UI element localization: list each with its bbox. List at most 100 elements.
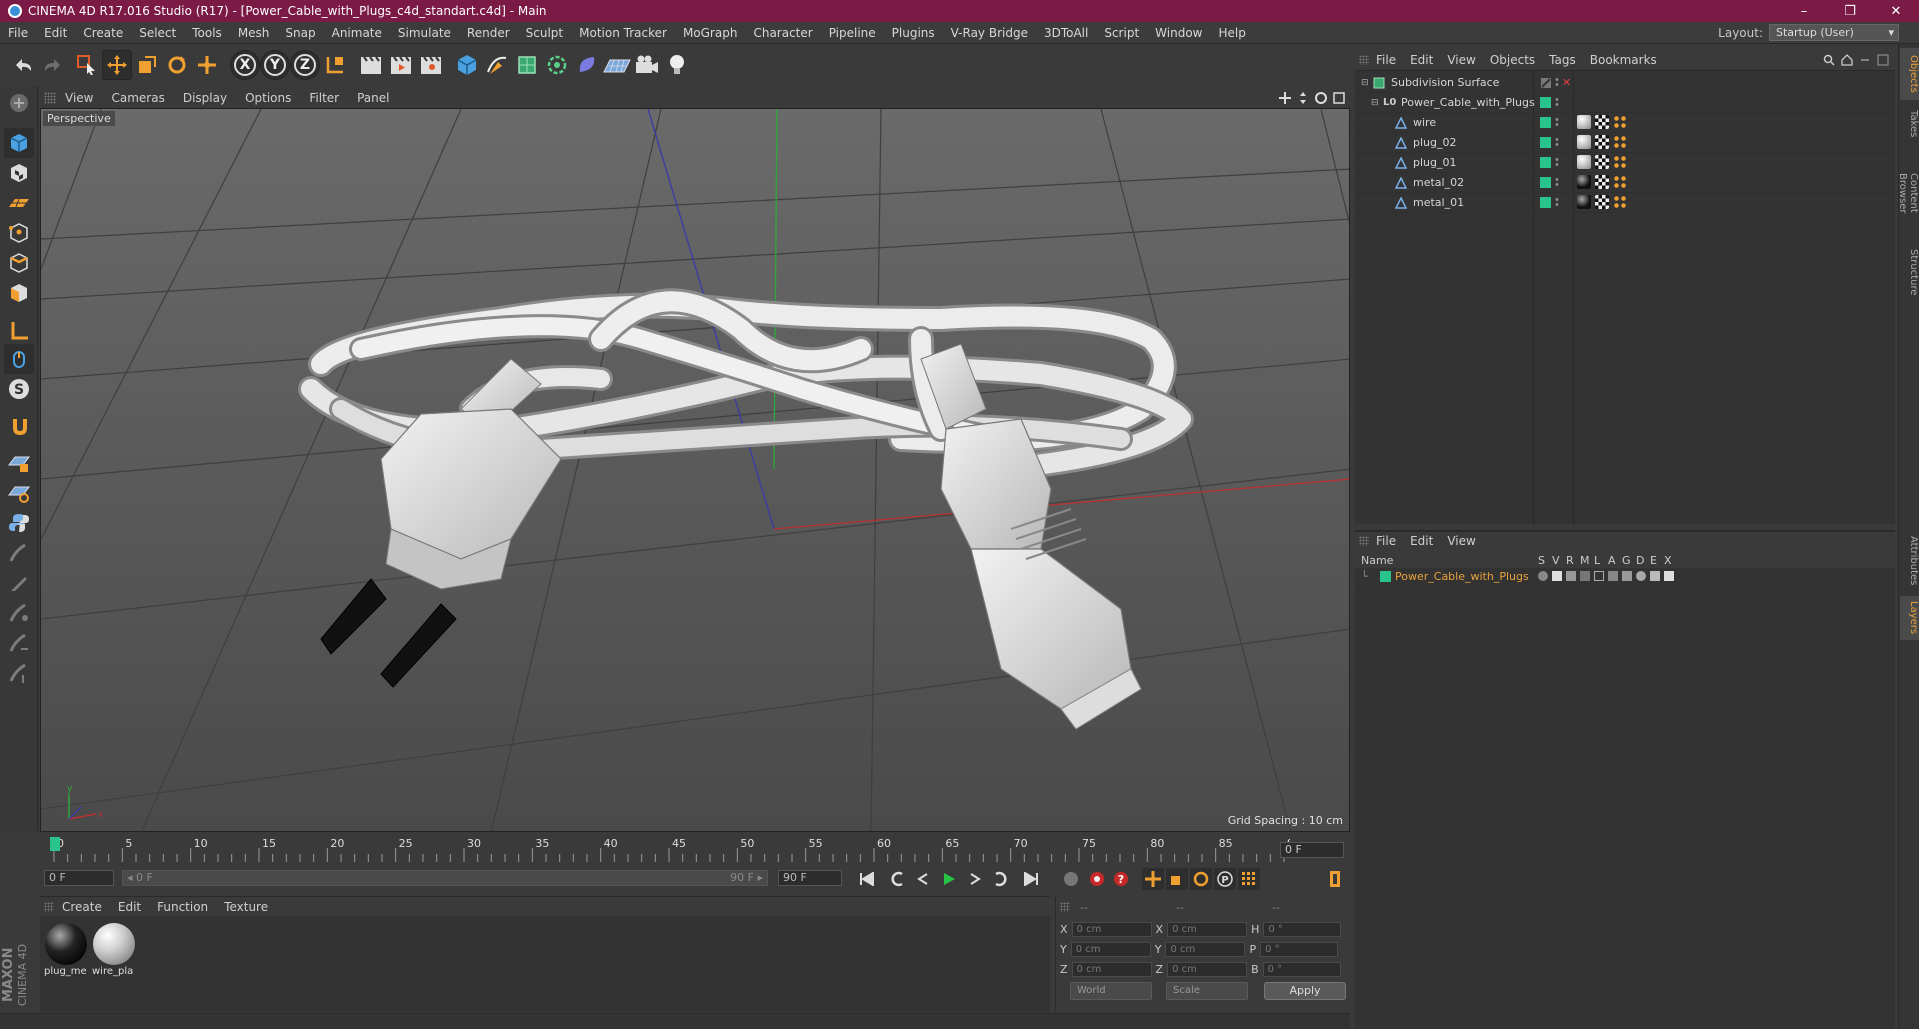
disabled-x-icon[interactable]: ✕ <box>1562 76 1571 89</box>
panel-grip-icon[interactable] <box>1359 536 1369 546</box>
viewport-menu-filter[interactable]: Filter <box>300 91 348 105</box>
material-swatch[interactable]: plug_me <box>44 922 88 980</box>
rotation-p-field[interactable]: 0 ° <box>1260 941 1339 957</box>
object-row-metal-02[interactable]: metal_02 <box>1355 173 1895 193</box>
menu-script[interactable]: Script <box>1096 26 1147 40</box>
home-icon[interactable] <box>1841 54 1853 66</box>
go-to-end-button[interactable] <box>1020 868 1042 890</box>
visibility-dots-icon[interactable] <box>1555 77 1559 88</box>
rotation-b-field[interactable]: 0 ° <box>1262 961 1341 977</box>
uvw-tag-icon[interactable] <box>1595 155 1609 169</box>
minimize-button[interactable]: – <box>1781 0 1827 22</box>
panel-grip-icon[interactable] <box>1060 902 1070 912</box>
material-swatch[interactable]: wire_pla <box>92 922 136 980</box>
pull-tool-button[interactable] <box>4 658 34 688</box>
timeline-ruler[interactable]: 051015202530354045505560657075808590 0 F <box>40 834 1350 864</box>
add-camera-button[interactable] <box>632 50 662 80</box>
make-editable-button[interactable] <box>4 88 34 118</box>
lm-menu-edit[interactable]: Edit <box>1403 534 1440 548</box>
x-axis-lock-button[interactable]: X <box>230 50 260 80</box>
new-view-icon[interactable] <box>1859 54 1871 66</box>
position-x-field[interactable]: 0 cm <box>1071 921 1152 937</box>
panel-grip-icon[interactable] <box>1359 55 1369 65</box>
tweak-mode-button[interactable] <box>4 344 34 374</box>
menu-animate[interactable]: Animate <box>324 26 390 40</box>
menu-plugins[interactable]: Plugins <box>884 26 943 40</box>
size-mode-dropdown[interactable]: Scale <box>1166 982 1248 1000</box>
scale-tool-button[interactable] <box>132 50 162 80</box>
uvw-tag-icon[interactable] <box>1595 135 1609 149</box>
uvw-tag-icon[interactable] <box>1595 195 1609 209</box>
tab-content-browser[interactable]: Content Browser <box>1897 148 1919 238</box>
column-xref[interactable]: X <box>1664 554 1672 567</box>
material-menu-edit[interactable]: Edit <box>110 900 149 914</box>
om-menu-edit[interactable]: Edit <box>1403 53 1440 67</box>
material-menu-texture[interactable]: Texture <box>216 900 276 914</box>
autokey-button[interactable] <box>1086 868 1108 890</box>
y-axis-lock-button[interactable]: Y <box>260 50 290 80</box>
zoom-view-icon[interactable] <box>1296 91 1310 105</box>
object-row-subdivision-surface[interactable]: ⊟ Subdivision Surface ✕ <box>1355 73 1895 93</box>
menu-character[interactable]: Character <box>745 26 820 40</box>
apply-button[interactable]: Apply <box>1264 982 1346 1000</box>
object-row-power-cable[interactable]: ⊟ L0 Power_Cable_with_Plugs <box>1355 93 1895 113</box>
workplane-mode-button[interactable] <box>4 188 34 218</box>
collapse-toggle-icon[interactable]: ⊟ <box>1361 78 1369 88</box>
transform-tool-button[interactable] <box>192 50 222 80</box>
material-tag-icon[interactable] <box>1577 175 1591 189</box>
frame-range-slider[interactable]: ◂ 0 F 90 F ▸ <box>122 870 768 886</box>
visibility-dots-icon[interactable] <box>1555 197 1559 208</box>
close-button[interactable]: ✕ <box>1873 0 1919 22</box>
model-mode-button[interactable] <box>4 128 34 158</box>
undo-button[interactable] <box>8 50 38 80</box>
current-frame-field[interactable]: 0 F <box>1280 842 1344 858</box>
om-menu-view[interactable]: View <box>1440 53 1482 67</box>
key-parameter-button[interactable]: P <box>1214 868 1236 890</box>
add-floor-button[interactable] <box>602 50 632 80</box>
layer-color-swatch[interactable] <box>1540 97 1551 108</box>
object-row-plug-02[interactable]: plug_02 <box>1355 133 1895 153</box>
smooth-tool-button[interactable] <box>4 628 34 658</box>
key-pla-button[interactable] <box>1238 868 1260 890</box>
menu-simulate[interactable]: Simulate <box>390 26 459 40</box>
menu-pipeline[interactable]: Pipeline <box>821 26 884 40</box>
view-eye-icon[interactable] <box>1552 571 1562 581</box>
key-position-button[interactable] <box>1142 868 1164 890</box>
maximize-button[interactable]: ❐ <box>1827 0 1873 22</box>
add-cube-button[interactable] <box>452 50 482 80</box>
viewport-menu-panel[interactable]: Panel <box>348 91 398 105</box>
collapse-toggle-icon[interactable]: ⊟ <box>1371 98 1379 108</box>
brush-tool-button[interactable] <box>4 538 34 568</box>
live-selection-button[interactable] <box>72 50 102 80</box>
menu-help[interactable]: Help <box>1210 26 1253 40</box>
menu-select[interactable]: Select <box>131 26 184 40</box>
points-mode-button[interactable] <box>4 218 34 248</box>
selection-tag-icon[interactable] <box>1613 175 1627 189</box>
material-menu-function[interactable]: Function <box>149 900 216 914</box>
solo-toggle-icon[interactable] <box>1538 571 1548 581</box>
xref-toggle-icon[interactable] <box>1664 571 1674 581</box>
menu-mesh[interactable]: Mesh <box>230 26 278 40</box>
deformers-toggle-icon[interactable] <box>1636 571 1646 581</box>
redo-button[interactable] <box>38 50 68 80</box>
expressions-toggle-icon[interactable] <box>1650 571 1660 581</box>
viewport-menu-display[interactable]: Display <box>174 91 236 105</box>
manager-toggle-icon[interactable] <box>1580 571 1590 581</box>
menu-vray-bridge[interactable]: V-Ray Bridge <box>943 26 1036 40</box>
add-cloner-button[interactable] <box>542 50 572 80</box>
lock-icon[interactable] <box>1594 571 1604 581</box>
rotation-h-field[interactable]: 0 ° <box>1263 921 1342 937</box>
next-keyframe-button[interactable] <box>990 868 1012 890</box>
visibility-dots-icon[interactable] <box>1555 157 1559 168</box>
next-frame-button[interactable] <box>964 868 986 890</box>
menu-snap[interactable]: Snap <box>277 26 323 40</box>
om-menu-tags[interactable]: Tags <box>1542 53 1583 67</box>
menu-window[interactable]: Window <box>1147 26 1210 40</box>
render-to-picture-viewer-button[interactable] <box>386 50 416 80</box>
menu-file[interactable]: File <box>0 26 36 40</box>
material-tag-icon[interactable] <box>1577 195 1591 209</box>
pan-view-icon[interactable] <box>1278 91 1292 105</box>
add-light-button[interactable] <box>662 50 692 80</box>
edges-mode-button[interactable] <box>4 248 34 278</box>
viewport-menu-cameras[interactable]: Cameras <box>102 91 173 105</box>
